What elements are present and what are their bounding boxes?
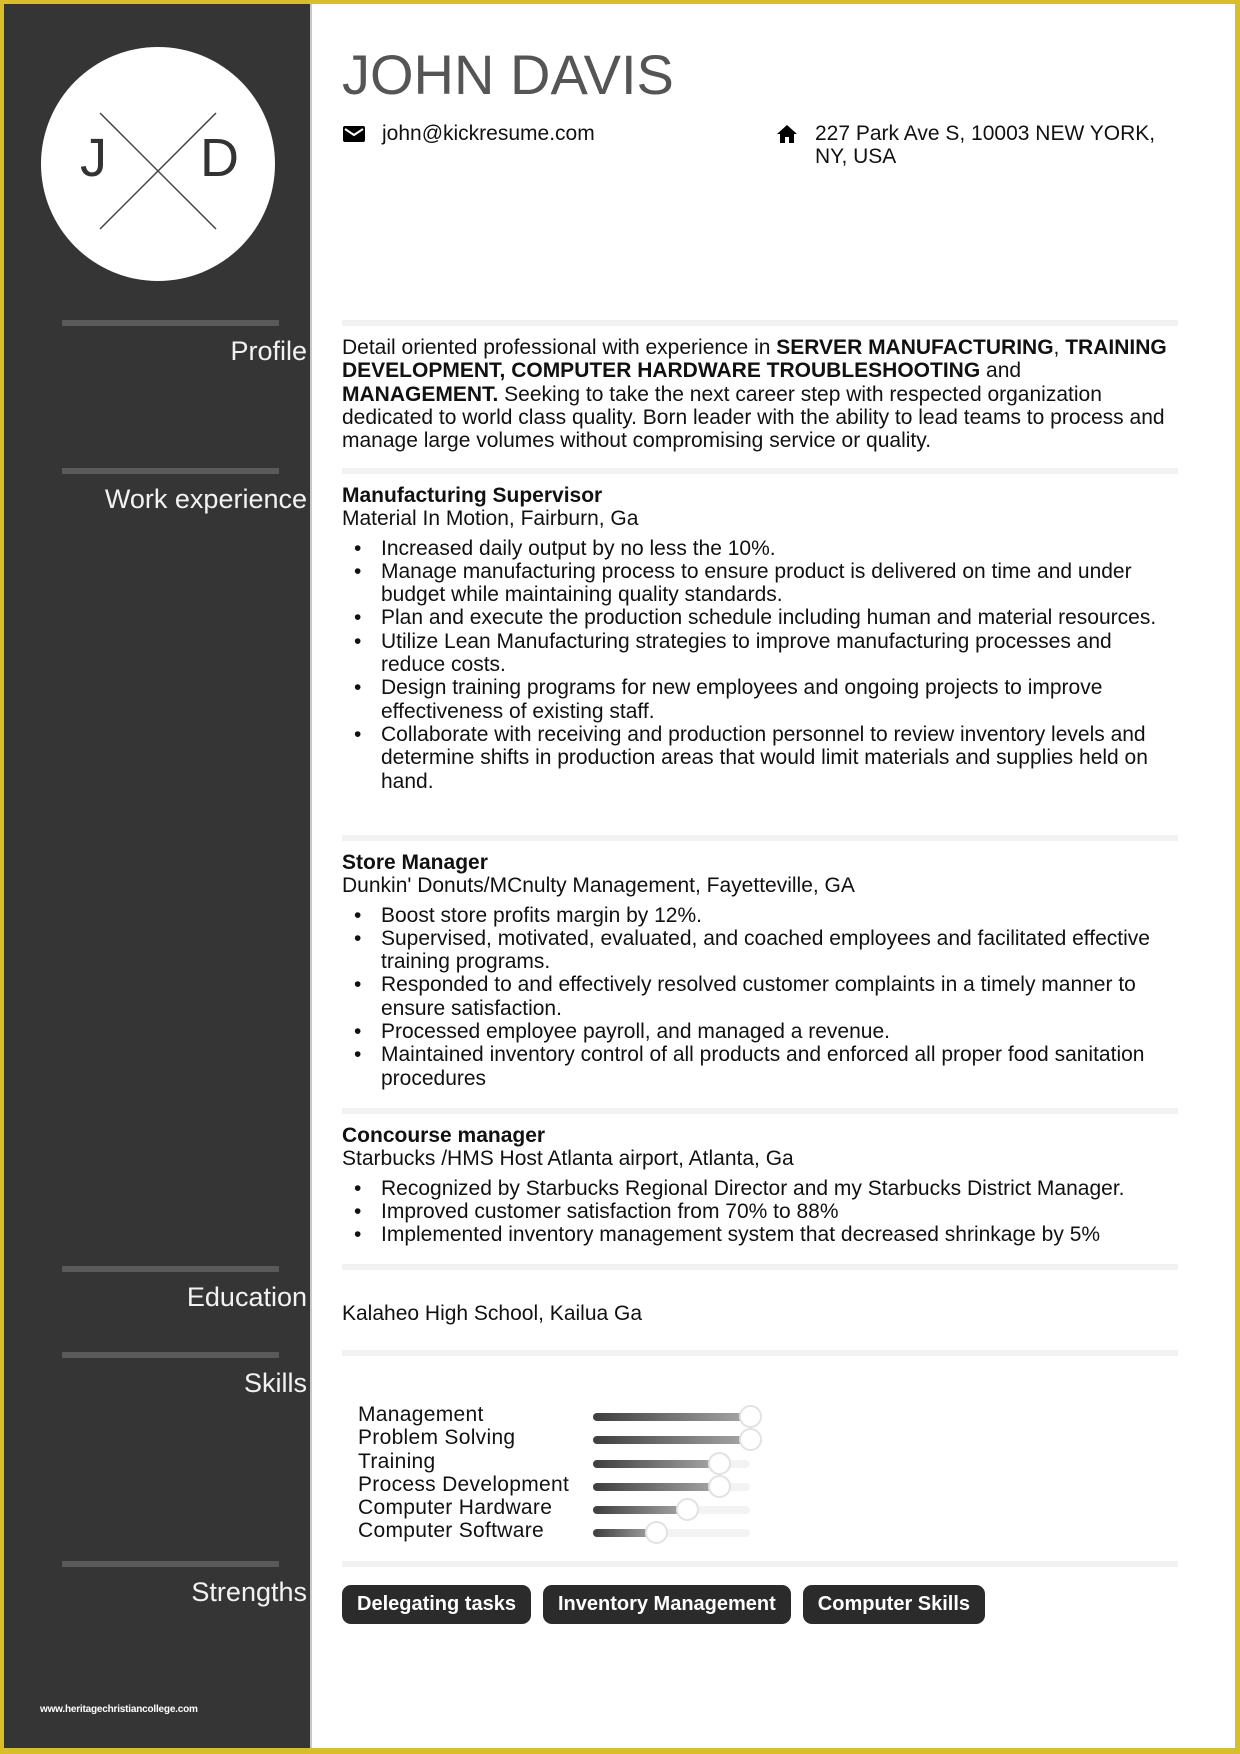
skill-bar-knob — [739, 1428, 762, 1452]
skill-row: Process Development — [358, 1472, 758, 1498]
job-title: Store Manager — [342, 851, 488, 874]
bullet-item: Design training programs for new employe… — [342, 676, 1178, 723]
sidebar-edge — [310, 4, 312, 1748]
home-icon — [775, 123, 799, 145]
section-label-education: Education — [186, 1282, 307, 1312]
profile-text: and — [980, 359, 1022, 383]
job-entry: Store Manager Dunkin' Donuts/MCnulty Man… — [342, 851, 1178, 1090]
skills-list: Management Problem Solving Training Proc… — [358, 1403, 762, 1545]
education-entry: Kalaheo High School, Kailua Ga — [342, 1302, 643, 1325]
monogram-cross-icon — [99, 112, 217, 230]
job-bullets: Increased daily output by no less the 10… — [342, 537, 1178, 793]
profile-highlight: SERVER MANUFACTURING — [776, 336, 1054, 359]
job-company: Starbucks /HMS Host Atlanta airport, Atl… — [342, 1147, 794, 1171]
skill-bar-fill — [593, 1459, 719, 1468]
monogram-initial-left: J — [80, 128, 107, 188]
section-label-profile: Profile — [230, 336, 307, 366]
job-bullets: Recognized by Starbucks Regional Directo… — [342, 1177, 1178, 1247]
watermark: www.heritagechristiancollege.com — [40, 1704, 198, 1715]
job-company: Material In Motion, Fairburn, Ga — [342, 507, 639, 531]
strength-chip: Computer Skills — [802, 1585, 986, 1624]
skill-row: Computer Hardware — [358, 1496, 758, 1522]
skill-bar-knob — [707, 1474, 731, 1498]
section-rule — [62, 320, 279, 326]
bullet-item: Supervised, motivated, evaluated, and co… — [342, 927, 1178, 974]
skill-bar — [593, 1498, 750, 1522]
candidate-name: JOHN DAVIS — [342, 43, 674, 106]
skill-bar-fill — [593, 1413, 750, 1421]
skill-name: Process Development — [358, 1472, 570, 1496]
divider — [342, 468, 1178, 474]
bullet-item: Implemented inventory management system … — [342, 1223, 1178, 1247]
job-title: Manufacturing Supervisor — [342, 484, 603, 507]
section-label-skills: Skills — [243, 1368, 307, 1398]
email-text[interactable]: john@kickresume.com — [382, 122, 595, 145]
profile-text: Detail oriented professional with experi… — [342, 336, 777, 359]
sidebar: J D Profile Work experience Education Sk… — [4, 4, 310, 1748]
profile-highlight: MANAGEMENT. — [342, 382, 499, 406]
skill-row: Management — [358, 1403, 762, 1428]
bullet-item: Maintained inventory control of all prod… — [342, 1043, 1178, 1090]
section-label-strengths: Strengths — [191, 1577, 307, 1607]
section-rule — [62, 1561, 279, 1567]
divider — [342, 1264, 1178, 1270]
skill-bar — [593, 1451, 750, 1475]
section-rule — [62, 1266, 279, 1272]
skill-row: Computer Software — [358, 1519, 758, 1545]
bullet-item: Boost store profits margin by 12%. — [342, 904, 1178, 928]
divider — [342, 835, 1178, 841]
skill-bar — [593, 1521, 750, 1545]
monogram-avatar: J D — [41, 47, 275, 281]
strength-chip: Inventory Management — [542, 1585, 791, 1624]
skill-name: Computer Hardware — [358, 1496, 553, 1520]
divider — [342, 1561, 1178, 1567]
bullet-item: Responded to and effectively resolved cu… — [342, 973, 1178, 1020]
skill-name: Computer Software — [358, 1519, 545, 1543]
envelope-icon — [342, 123, 366, 145]
skill-name: Training — [358, 1449, 436, 1473]
bullet-item: Utilize Lean Manufacturing strategies to… — [342, 630, 1178, 677]
divider — [342, 1108, 1178, 1114]
monogram-initial-right: D — [200, 128, 239, 188]
profile-text: , — [1053, 336, 1066, 359]
skill-bar — [593, 1405, 762, 1428]
strengths-list: Delegating tasks Inventory Management Co… — [342, 1585, 986, 1624]
skill-bar-knob — [676, 1498, 700, 1522]
job-title: Concourse manager — [342, 1124, 546, 1147]
skill-bar-knob — [644, 1521, 668, 1545]
skill-bar-fill — [593, 1482, 719, 1491]
divider — [342, 320, 1178, 326]
skill-bar — [593, 1428, 762, 1452]
section-label-work: Work experience — [104, 484, 307, 514]
address-text: 227 Park Ave S, 10003 NEW YORK, NY, USA — [815, 122, 1156, 168]
skill-bar-fill — [593, 1436, 750, 1445]
bullet-item: Manage manufacturing process to ensure p… — [342, 560, 1178, 607]
bullet-item: Improved customer satisfaction from 70% … — [342, 1200, 1178, 1224]
profile-summary: Detail oriented professional with experi… — [342, 336, 1178, 452]
skill-row: Training — [358, 1449, 758, 1475]
bullet-item: Increased daily output by no less the 10… — [342, 537, 1178, 561]
skill-name: Problem Solving — [358, 1426, 516, 1450]
skill-bar-knob — [707, 1451, 731, 1475]
bullet-item: Processed employee payroll, and managed … — [342, 1020, 1178, 1044]
contact-address: 227 Park Ave S, 10003 NEW YORK, NY, USA — [775, 122, 1175, 168]
skill-bar-fill — [593, 1506, 688, 1515]
skill-row: Problem Solving — [358, 1426, 762, 1452]
section-rule — [62, 468, 279, 474]
skill-bar-knob — [739, 1405, 762, 1428]
job-bullets: Boost store profits margin by 12%. Super… — [342, 904, 1178, 1090]
job-entry: Concourse manager Starbucks /HMS Host At… — [342, 1124, 1178, 1247]
strength-chip: Delegating tasks — [342, 1585, 531, 1624]
bullet-item: Collaborate with receiving and productio… — [342, 723, 1178, 793]
contact-email: john@kickresume.com — [342, 122, 595, 145]
bullet-item: Recognized by Starbucks Regional Directo… — [342, 1177, 1178, 1201]
job-company: Dunkin' Donuts/MCnulty Management, Fayet… — [342, 874, 855, 898]
divider — [342, 1350, 1178, 1356]
section-rule — [62, 1352, 279, 1358]
skill-name: Management — [358, 1403, 484, 1426]
job-entry: Manufacturing Supervisor Material In Mot… — [342, 484, 1178, 793]
bullet-item: Plan and execute the production schedule… — [342, 606, 1178, 630]
skill-bar — [593, 1474, 750, 1498]
